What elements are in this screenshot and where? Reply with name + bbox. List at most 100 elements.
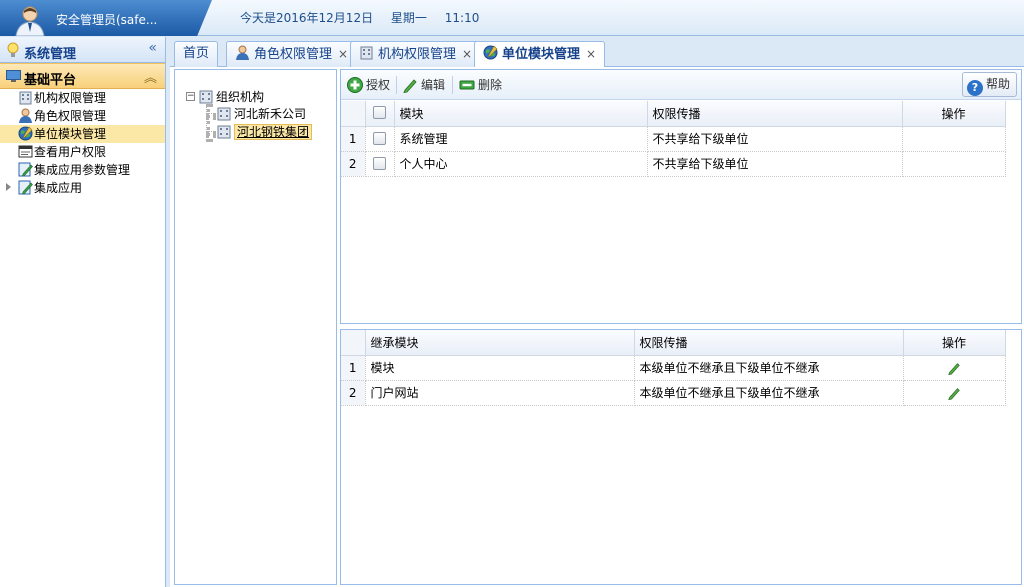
edit-button[interactable]: 编辑 bbox=[402, 76, 445, 94]
tree-collapse-toggle[interactable]: − bbox=[186, 92, 195, 101]
sidebar-item-label: 集成应用 bbox=[34, 181, 83, 195]
column-header-inherited-module[interactable]: 继承模块 bbox=[365, 330, 635, 356]
org-tree-panel: − 组织机构 河北新禾公司 河北钢铁集团 bbox=[174, 69, 337, 585]
lightbulb-icon bbox=[7, 42, 19, 57]
inherited-module-grid-panel: 继承模块 权限传播 操作 1 模块 本级单位不继承且下级单位不继承 2 门户网站… bbox=[340, 329, 1022, 585]
sidebar-item-integrated-apps[interactable]: 集成应用 bbox=[0, 179, 165, 197]
tab-unit-modules[interactable]: 单位模块管理 × bbox=[474, 41, 606, 68]
date-text: 今天是2016年12月12日 bbox=[240, 11, 374, 25]
sidebar-item-org-permissions[interactable]: 机构权限管理 bbox=[0, 89, 165, 107]
tab-label: 机构权限管理 bbox=[378, 47, 457, 62]
collapse-platform-button[interactable]: ︽ bbox=[144, 67, 157, 86]
authorize-label: 授权 bbox=[366, 78, 391, 92]
sidebar-item-label: 单位模块管理 bbox=[34, 127, 107, 141]
delete-label: 删除 bbox=[478, 78, 503, 92]
row-number: 1 bbox=[341, 126, 366, 152]
delete-button[interactable]: 删除 bbox=[459, 76, 502, 94]
monitor-icon bbox=[6, 70, 21, 82]
column-header-action[interactable]: 操作 bbox=[902, 101, 1006, 127]
action-cell bbox=[902, 151, 1006, 177]
building-icon bbox=[19, 91, 32, 105]
row-number-header bbox=[341, 101, 366, 127]
globe-icon bbox=[483, 45, 498, 60]
sidebar-item-role-permissions[interactable]: 角色权限管理 bbox=[0, 107, 165, 125]
row-number: 1 bbox=[341, 355, 366, 381]
pencil-icon[interactable] bbox=[947, 386, 961, 400]
weekday-text: 星期一 bbox=[390, 11, 427, 25]
edit-doc-icon bbox=[18, 162, 33, 177]
plus-icon bbox=[347, 77, 363, 93]
sidebar-item-view-user-permissions[interactable]: 查看用户权限 bbox=[0, 143, 165, 161]
table-row[interactable]: 2 门户网站 本级单位不继承且下级单位不继承 bbox=[341, 380, 1006, 406]
sidebar: 系统管理 « 基础平台 ︽ 机构权限管理 角色权限管理 单位模块管理 查看用户权… bbox=[0, 37, 166, 587]
tree-connector bbox=[206, 131, 216, 135]
minus-icon bbox=[459, 80, 475, 90]
sidebar-item-label: 集成应用参数管理 bbox=[34, 163, 131, 177]
row-checkbox[interactable] bbox=[373, 156, 386, 170]
action-cell bbox=[902, 126, 1006, 152]
tree-node-hebei-xinhe[interactable]: 河北新禾公司 bbox=[217, 105, 306, 123]
column-header-action[interactable]: 操作 bbox=[903, 330, 1006, 356]
building-icon bbox=[360, 46, 373, 60]
help-button[interactable]: ? 帮助 bbox=[961, 72, 1017, 97]
select-all-checkbox[interactable] bbox=[373, 106, 386, 120]
inherited-module-table: 继承模块 权限传播 操作 1 模块 本级单位不继承且下级单位不继承 2 门户网站… bbox=[341, 330, 1006, 406]
propagation-cell: 本级单位不继承且下级单位不继承 bbox=[634, 355, 904, 381]
edit-label: 编辑 bbox=[421, 78, 446, 92]
toolbar-separator bbox=[452, 76, 453, 94]
platform-accordion-title: 基础平台 bbox=[24, 73, 77, 88]
tree-node-label: 河北钢铁集团 bbox=[234, 124, 313, 140]
edit-doc-icon bbox=[18, 180, 33, 195]
time-text: 11:10 bbox=[444, 11, 480, 25]
system-panel-title: 系统管理 bbox=[24, 47, 77, 62]
tree-node-label: 河北新禾公司 bbox=[234, 107, 307, 121]
pencil-icon bbox=[403, 79, 417, 93]
sidebar-item-label: 角色权限管理 bbox=[34, 109, 107, 123]
tab-close-icon[interactable]: × bbox=[586, 47, 596, 61]
expand-arrow-icon[interactable] bbox=[6, 183, 11, 191]
app-header: 安全管理员(safe... 今天是2016年12月12日 星期一 11:10 bbox=[0, 0, 1024, 36]
table-row[interactable]: 1 模块 本级单位不继承且下级单位不继承 bbox=[341, 355, 1006, 381]
tab-close-icon[interactable]: × bbox=[462, 47, 472, 61]
tree-connector bbox=[206, 113, 216, 117]
module-cell: 个人中心 bbox=[394, 151, 648, 177]
tree-node-root[interactable]: 组织机构 bbox=[199, 88, 264, 106]
row-number: 2 bbox=[341, 380, 366, 406]
column-header-propagation[interactable]: 权限传播 bbox=[634, 330, 904, 356]
module-cell: 模块 bbox=[365, 355, 635, 381]
tab-label: 角色权限管理 bbox=[254, 47, 333, 62]
tab-home[interactable]: 首页 bbox=[174, 41, 219, 67]
grid-toolbar: 授权 编辑 删除 ? 帮助 bbox=[341, 70, 1021, 100]
tab-close-icon[interactable]: × bbox=[338, 47, 348, 61]
table-header-row: 继承模块 权限传播 操作 bbox=[341, 330, 1006, 356]
tab-role-permissions[interactable]: 角色权限管理 × bbox=[226, 41, 358, 67]
sidebar-item-unit-modules[interactable]: 单位模块管理 bbox=[0, 125, 165, 143]
module-cell: 门户网站 bbox=[365, 380, 635, 406]
help-icon: ? bbox=[966, 80, 983, 96]
sidebar-item-integration-params[interactable]: 集成应用参数管理 bbox=[0, 161, 165, 179]
authorize-button[interactable]: 授权 bbox=[347, 76, 390, 94]
main-content: − 组织机构 河北新禾公司 河北钢铁集团 授权 编辑 删除 ? 帮助 模块 权限… bbox=[170, 67, 1024, 587]
table-row[interactable]: 2 个人中心 不共享给下级单位 bbox=[341, 151, 1006, 177]
header-datetime: 今天是2016年12月12日 星期一 11:10 bbox=[240, 9, 493, 26]
nav-list: 机构权限管理 角色权限管理 单位模块管理 查看用户权限 集成应用参数管理 集成应… bbox=[0, 89, 165, 197]
user-panel: 安全管理员(safe... bbox=[0, 0, 212, 36]
module-cell: 系统管理 bbox=[394, 126, 648, 152]
pencil-icon[interactable] bbox=[947, 361, 961, 375]
platform-accordion-header[interactable]: 基础平台 ︽ bbox=[0, 63, 165, 89]
tab-label: 单位模块管理 bbox=[502, 47, 581, 62]
tab-org-permissions[interactable]: 机构权限管理 × bbox=[350, 41, 482, 67]
column-header-propagation[interactable]: 权限传播 bbox=[647, 101, 903, 127]
propagation-cell: 本级单位不继承且下级单位不继承 bbox=[634, 380, 904, 406]
user-icon bbox=[236, 45, 249, 60]
action-cell bbox=[903, 380, 1006, 406]
propagation-cell: 不共享给下级单位 bbox=[647, 151, 903, 177]
module-table: 模块 权限传播 操作 1 系统管理 不共享给下级单位 2 个人中心 不共享给下级… bbox=[341, 101, 1006, 177]
table-row[interactable]: 1 系统管理 不共享给下级单位 bbox=[341, 126, 1006, 152]
column-header-module[interactable]: 模块 bbox=[394, 101, 648, 127]
tree-node-hebei-steel[interactable]: 河北钢铁集团 bbox=[217, 123, 313, 141]
row-checkbox[interactable] bbox=[373, 131, 386, 145]
collapse-sidebar-button[interactable]: « bbox=[148, 40, 157, 56]
row-number: 2 bbox=[341, 151, 366, 177]
select-all-header bbox=[365, 101, 395, 127]
